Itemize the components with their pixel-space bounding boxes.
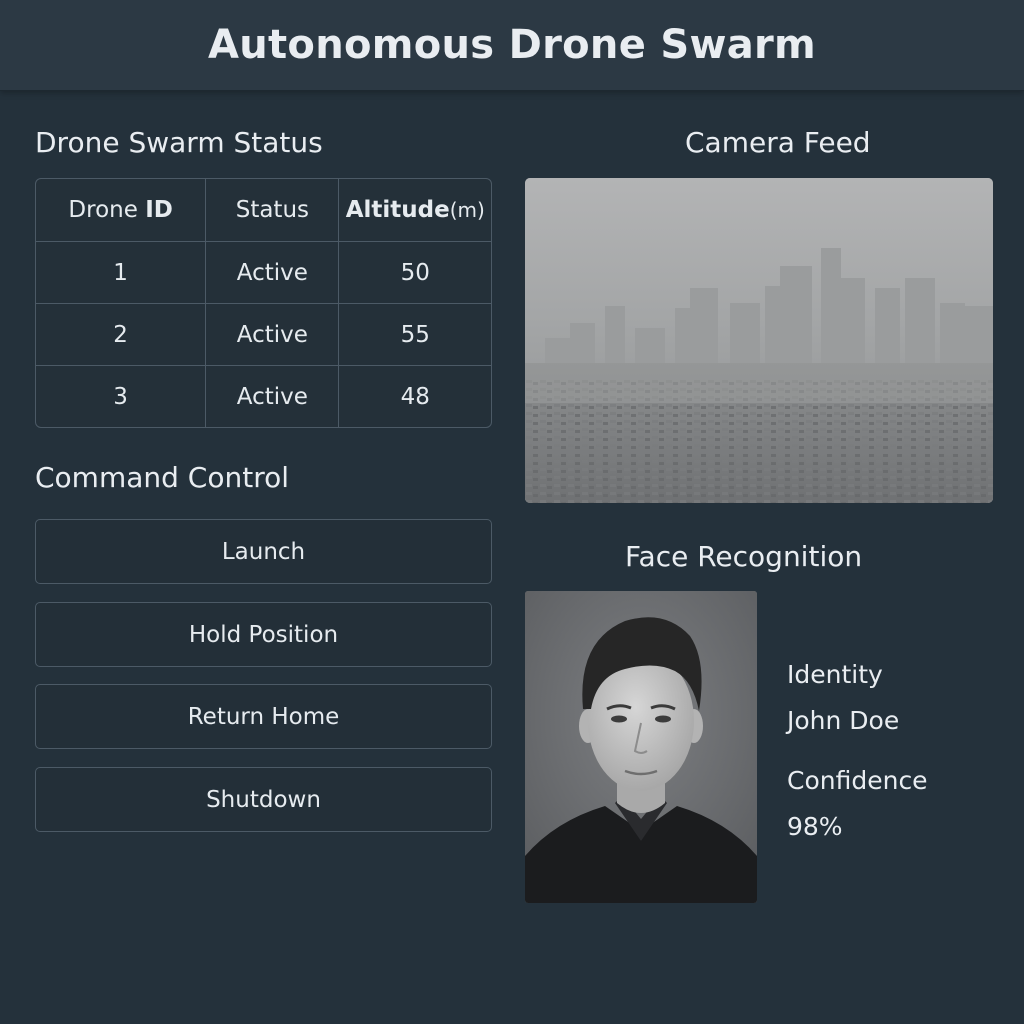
camera-feed-image	[525, 178, 993, 503]
cell-status: Active	[206, 304, 340, 366]
person-portrait-image	[525, 591, 757, 903]
column-header-altitude-label: Altitude	[345, 197, 450, 223]
app-title: Autonomous Drone Swarm	[207, 22, 817, 68]
column-header-drone-id: Drone ID	[36, 179, 207, 242]
column-header-altitude-unit: (m)	[449, 198, 485, 222]
confidence-label: Confidence	[787, 766, 928, 795]
drone-status-table: Drone ID Status Altitude(m) 1 Active 50 …	[35, 178, 492, 428]
app-header: Autonomous Drone Swarm	[0, 0, 1024, 91]
table-row: 3 Active 48	[36, 366, 491, 427]
cell-status: Active	[206, 366, 340, 427]
cell-drone-id: 2	[36, 304, 207, 366]
identity-label: Identity	[787, 660, 883, 689]
return-home-button[interactable]: Return Home	[35, 684, 492, 749]
cell-status: Active	[206, 242, 340, 304]
column-header-altitude: Altitude(m)	[339, 179, 491, 242]
column-header-drone-id-prefix: Drone	[68, 197, 146, 223]
identity-value: John Doe	[787, 706, 900, 735]
column-header-drone-id-suffix: ID	[145, 197, 173, 223]
hold-position-button[interactable]: Hold Position	[35, 602, 492, 667]
shutdown-button[interactable]: Shutdown	[35, 767, 492, 832]
command-panel-title: Command Control	[35, 461, 290, 494]
launch-button[interactable]: Launch	[35, 519, 492, 584]
status-panel-title: Drone Swarm Status	[35, 126, 323, 159]
cell-drone-id: 1	[36, 242, 207, 304]
cell-drone-id: 3	[36, 366, 207, 427]
camera-panel-title: Camera Feed	[685, 126, 871, 159]
column-header-status: Status	[206, 179, 340, 242]
face-panel-title: Face Recognition	[625, 540, 863, 573]
confidence-value: 98%	[787, 812, 843, 841]
cell-altitude: 50	[339, 242, 491, 304]
table-row: 2 Active 55	[36, 304, 491, 366]
face-photo	[525, 591, 757, 903]
cell-altitude: 55	[339, 304, 491, 366]
table-row: 1 Active 50	[36, 242, 491, 304]
city-skyline-image	[525, 178, 993, 503]
cell-altitude: 48	[400, 383, 430, 410]
table-header-row: Drone ID Status Altitude(m)	[36, 179, 491, 242]
